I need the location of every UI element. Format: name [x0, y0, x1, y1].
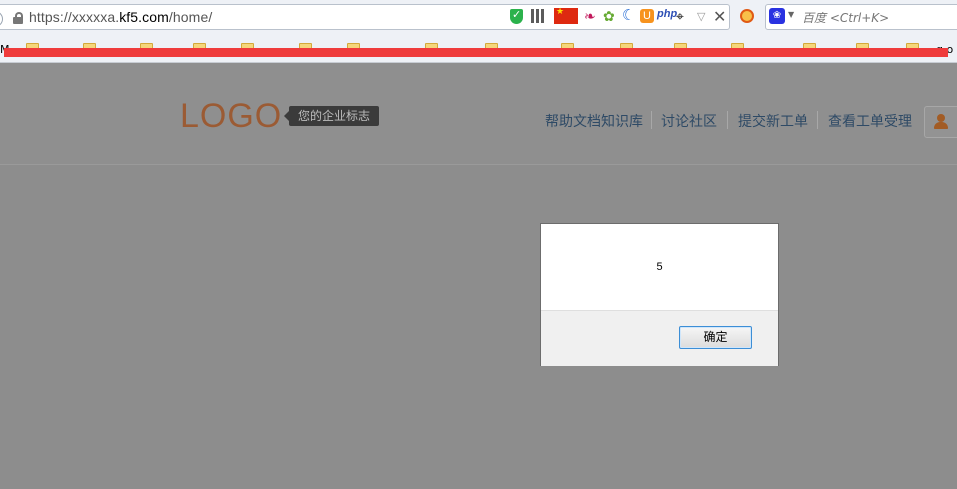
redaction-bar [4, 48, 948, 57]
noscript-icon[interactable] [740, 9, 754, 23]
baidu-icon[interactable]: ❀ [769, 8, 785, 24]
address-bar[interactable]: ◀ https://xxxxxa.kf5.com/home/ [0, 4, 730, 30]
nav-community[interactable]: 讨论社区 [661, 111, 717, 130]
site-logo[interactable]: LOGO [180, 97, 282, 135]
php-icon[interactable]: php [657, 8, 677, 24]
browser-toolbar: ◀ https://xxxxxa.kf5.com/home/ ❧ ✿ ☾ U p… [0, 0, 957, 37]
dialog-body: 5 [541, 224, 778, 310]
url-path: /home/ [168, 9, 213, 25]
nav-divider [651, 111, 652, 129]
uc-icon[interactable]: U [640, 9, 654, 23]
back-button[interactable]: ◀ [0, 11, 3, 27]
moon-icon[interactable]: ☾ [622, 8, 636, 23]
url-domain: kf5.com [119, 9, 169, 25]
search-placeholder: 百度 <Ctrl+K> [802, 11, 890, 25]
dialog-footer: 确定 [541, 310, 778, 366]
qr-code-icon[interactable] [531, 9, 545, 23]
logo-tagline: 您的企业标志 [283, 106, 380, 126]
nav-divider [727, 111, 728, 129]
nav-divider [817, 111, 818, 129]
nav-submit-ticket[interactable]: 提交新工单 [738, 111, 808, 130]
shield-icon[interactable] [510, 8, 523, 24]
user-menu-button[interactable] [924, 106, 957, 138]
page-overlay: LOGO 您的企业标志 帮助文档知识库 讨论社区 提交新工单 查看工单受理 [0, 63, 957, 489]
url-text[interactable]: https://xxxxxa.kf5.com/home/ [29, 9, 212, 25]
china-flag-icon[interactable] [554, 6, 578, 24]
nav-help-docs[interactable]: 帮助文档知识库 [545, 111, 643, 130]
alert-dialog: 5 确定 [540, 223, 779, 366]
url-prefix: https://xxxxxa. [29, 9, 120, 25]
dropdown-icon[interactable]: ▽ [697, 10, 705, 26]
pin-icon[interactable]: ⌖ [676, 9, 690, 23]
search-box[interactable]: ❀ ▼ 百度 <Ctrl+K> [765, 4, 957, 30]
nav-view-tickets[interactable]: 查看工单受理 [828, 111, 912, 130]
feather-icon[interactable]: ❧ [584, 9, 598, 23]
site-header: LOGO 您的企业标志 帮助文档知识库 讨论社区 提交新工单 查看工单受理 [0, 63, 957, 165]
search-engine-dropdown-icon[interactable]: ▼ [788, 10, 794, 19]
bookmarks-bar: M g o [0, 37, 957, 63]
ok-button[interactable]: 确定 [679, 326, 752, 349]
close-icon[interactable]: ✕ [713, 7, 726, 26]
pinwheel-icon[interactable]: ✿ [603, 9, 617, 23]
lock-icon[interactable] [13, 12, 23, 24]
dialog-message: 5 [656, 261, 663, 273]
